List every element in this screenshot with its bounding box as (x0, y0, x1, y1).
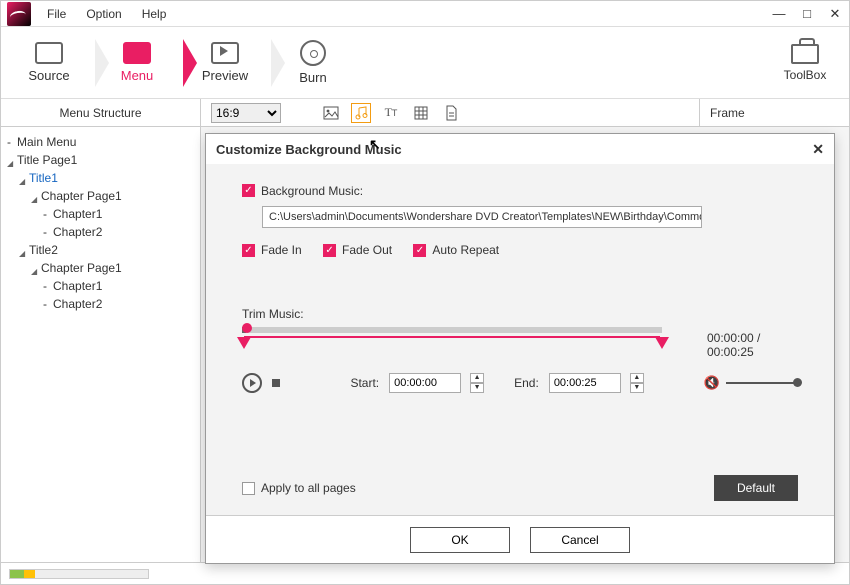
trim-playhead[interactable] (242, 323, 252, 333)
play-button[interactable] (242, 373, 262, 393)
aspect-select[interactable]: 16:9 (211, 103, 281, 123)
step-source[interactable]: Source (5, 31, 93, 95)
apply-all-checkbox[interactable]: ✓Apply to all pages (242, 481, 356, 495)
music-icon[interactable] (351, 103, 371, 123)
auto-repeat-checkbox[interactable]: ✓Auto Repeat (413, 243, 499, 257)
disc-usage-bar (9, 569, 149, 579)
dialog-close[interactable]: ✕ (812, 141, 824, 158)
dialog-titlebar: Customize Background Music ↖ ✕ (206, 134, 834, 164)
customize-music-dialog: Customize Background Music ↖ ✕ ✓Backgrou… (205, 133, 835, 564)
editor-toolbar: Menu Structure 16:9 TT Frame (1, 99, 849, 127)
tree-chapter1b[interactable]: Chapter1 (41, 277, 196, 295)
tree-chapter2b[interactable]: Chapter2 (41, 295, 196, 313)
step-burn[interactable]: Burn (269, 31, 357, 95)
end-time-input[interactable] (549, 373, 621, 393)
step-preview[interactable]: Preview (181, 31, 269, 95)
image-icon[interactable] (321, 103, 341, 123)
cancel-button[interactable]: Cancel (530, 527, 630, 553)
trim-slider[interactable] (242, 327, 662, 333)
tree-title-page1[interactable]: Title Page1 (5, 151, 196, 169)
window-minimize[interactable]: — (765, 2, 793, 26)
menubar: File Option Help — □ ✕ (1, 1, 849, 27)
toolbox-icon (791, 44, 819, 64)
step-menu[interactable]: Menu (93, 31, 181, 95)
default-button[interactable]: Default (714, 475, 798, 501)
tree-title2[interactable]: Title2 (17, 241, 196, 259)
fade-out-checkbox[interactable]: ✓Fade Out (323, 243, 392, 257)
end-label: End: (514, 376, 539, 390)
app-logo (7, 2, 31, 26)
text-icon[interactable]: TT (381, 103, 401, 123)
page-icon[interactable] (441, 103, 461, 123)
status-bar (1, 562, 849, 584)
menu-tree[interactable]: Main Menu Title Page1 Title1 Chapter Pag… (1, 127, 201, 562)
start-spin-down[interactable]: ▼ (470, 383, 484, 393)
menu-structure-header: Menu Structure (1, 99, 201, 126)
tree-chapter1a[interactable]: Chapter1 (41, 205, 196, 223)
end-spin-up[interactable]: ▲ (630, 373, 644, 383)
step-toolbox[interactable]: ToolBox (765, 44, 845, 82)
grid-icon[interactable] (411, 103, 431, 123)
frame-header: Frame (699, 99, 849, 126)
window-close[interactable]: ✕ (821, 2, 849, 26)
dialog-title: Customize Background Music (216, 142, 402, 157)
music-path-field[interactable]: C:\Users\admin\Documents\Wondershare DVD… (262, 206, 702, 228)
volume-icon[interactable]: 🔇 (704, 375, 720, 391)
trim-timecode: 00:00:00 / 00:00:25 (707, 331, 798, 359)
stop-button[interactable] (272, 379, 280, 387)
tree-chapter-page1b[interactable]: Chapter Page1 (29, 259, 196, 277)
end-spin-down[interactable]: ▼ (630, 383, 644, 393)
menu-option[interactable]: Option (76, 7, 131, 21)
tree-chapter2a[interactable]: Chapter2 (41, 223, 196, 241)
menu-help[interactable]: Help (132, 7, 177, 21)
step-nav: Source Menu Preview Burn ToolBox (1, 27, 849, 99)
tree-main-menu[interactable]: Main Menu (5, 133, 196, 151)
bg-music-checkbox[interactable]: ✓Background Music: (242, 184, 363, 198)
window-maximize[interactable]: □ (793, 2, 821, 26)
fade-in-checkbox[interactable]: ✓Fade In (242, 243, 302, 257)
menu-file[interactable]: File (37, 7, 76, 21)
start-spin-up[interactable]: ▲ (470, 373, 484, 383)
volume-slider[interactable] (726, 382, 798, 384)
trim-music-label: Trim Music: (242, 307, 798, 321)
preview-icon (211, 42, 239, 64)
tree-chapter-page1a[interactable]: Chapter Page1 (29, 187, 196, 205)
menu-icon (123, 42, 151, 64)
tree-title1[interactable]: Title1 (17, 169, 196, 187)
burn-icon (300, 40, 326, 66)
start-label: Start: (350, 376, 379, 390)
source-icon (35, 42, 63, 64)
start-time-input[interactable] (389, 373, 461, 393)
trim-handle-start[interactable] (237, 337, 251, 349)
trim-handle-end[interactable] (655, 337, 669, 349)
ok-button[interactable]: OK (410, 527, 510, 553)
